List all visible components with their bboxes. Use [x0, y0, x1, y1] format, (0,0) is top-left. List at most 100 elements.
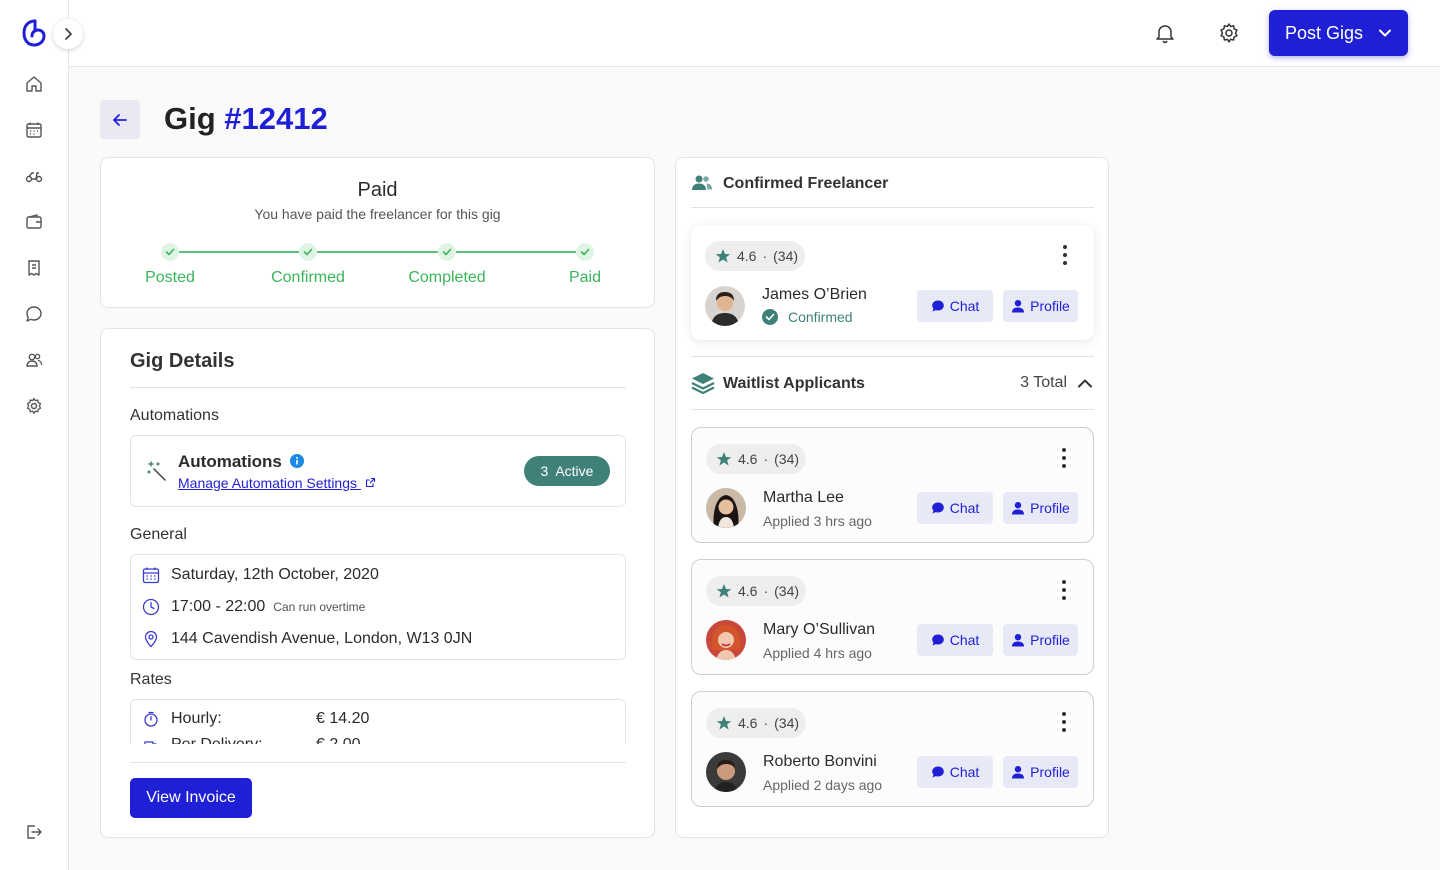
notifications-bell-icon[interactable]	[1153, 21, 1177, 45]
chat-button-label: Chat	[949, 298, 980, 314]
page-title-prefix: Gig	[164, 101, 216, 136]
chat-bubble-icon	[931, 300, 944, 312]
logout-icon[interactable]	[24, 822, 44, 842]
rating-badge: 4.6 · (34)	[706, 576, 806, 606]
post-gigs-button[interactable]: Post Gigs	[1269, 10, 1408, 56]
waitlist-toggle[interactable]: 3 Total	[1020, 374, 1093, 392]
location-pin-icon	[140, 628, 162, 650]
step-check-icon	[438, 243, 456, 261]
delivery-icon	[140, 734, 162, 744]
manage-automation-settings-link[interactable]: Manage Automation Settings	[178, 475, 376, 491]
step-check-icon	[576, 243, 594, 261]
nav-scooter-icon[interactable]	[24, 166, 44, 186]
waitlist-applicant-card: 4.6 · (34) Roberto Bonvini Applied 2 day…	[691, 691, 1094, 807]
arrow-left-icon	[113, 113, 127, 126]
applied-time: Applied 4 hrs ago	[763, 645, 872, 661]
rating-separator: ·	[763, 583, 769, 599]
rating-separator: ·	[762, 248, 768, 264]
nav-calendar-icon[interactable]	[24, 120, 44, 140]
nav-invoice-icon[interactable]	[24, 258, 44, 278]
star-icon	[716, 584, 732, 598]
divider	[130, 387, 626, 388]
waitlist-heading: Waitlist Applicants	[723, 375, 865, 392]
gig-date: Saturday, 12th October, 2020	[171, 566, 379, 583]
back-button[interactable]	[100, 100, 140, 139]
rating-badge: 4.6 · (34)	[705, 241, 805, 271]
users-group-icon	[692, 175, 712, 190]
status-subtitle: You have paid the freelancer for this gi…	[254, 206, 501, 222]
gig-address: 144 Cavendish Avenue, London, W13 0JN	[171, 630, 473, 647]
chat-button-label: Chat	[949, 764, 980, 780]
general-heading: General	[130, 526, 187, 543]
page-title: Gig #12412	[164, 100, 328, 138]
nav-users-icon[interactable]	[24, 350, 44, 370]
rating-value: 4.6	[737, 248, 757, 264]
view-invoice-button[interactable]: View Invoice	[130, 778, 252, 818]
automations-box: Automations Manage Automation Settings 3…	[130, 435, 626, 507]
review-count: (34)	[774, 715, 800, 731]
rate-row-hourly: Hourly: € 14.20	[140, 708, 369, 730]
progress-line	[456, 251, 578, 253]
avatar[interactable]	[706, 488, 746, 528]
nav-wallet-icon[interactable]	[24, 212, 44, 232]
review-count: (34)	[774, 451, 800, 467]
user-icon	[1012, 502, 1025, 515]
applied-time: Applied 2 days ago	[763, 777, 883, 793]
profile-button[interactable]: Profile	[1003, 756, 1078, 788]
sidebar-expand-button[interactable]	[53, 19, 83, 49]
chat-bubble-icon	[931, 502, 944, 514]
post-gigs-label: Post Gigs	[1285, 22, 1364, 43]
star-icon	[716, 452, 732, 466]
info-icon[interactable]	[289, 454, 304, 468]
avatar[interactable]	[705, 286, 745, 326]
profile-button[interactable]: Profile	[1003, 290, 1078, 322]
chat-button[interactable]: Chat	[917, 290, 993, 322]
divider	[691, 207, 1094, 208]
rating-value: 4.6	[738, 715, 758, 731]
avatar[interactable]	[706, 752, 746, 792]
progress-line	[317, 251, 439, 253]
step-label-posted: Posted	[145, 269, 195, 286]
waitlist-applicant-card: 4.6 · (34) Mary O’Sullivan Applied 4 hrs…	[691, 559, 1094, 675]
active-automations-badge[interactable]: 3 Active	[524, 456, 610, 486]
app-logo[interactable]	[21, 18, 47, 48]
more-options-icon[interactable]	[1061, 448, 1067, 468]
step-label-paid: Paid	[568, 269, 602, 286]
date-row: Saturday, 12th October, 2020	[140, 564, 379, 586]
chat-button[interactable]: Chat	[917, 756, 993, 788]
rate-label: Hourly:	[171, 710, 222, 727]
profile-button[interactable]: Profile	[1003, 492, 1078, 524]
profile-button-label: Profile	[1030, 764, 1070, 780]
more-options-icon[interactable]	[1062, 245, 1068, 265]
nav-settings-icon[interactable]	[24, 396, 44, 416]
chat-bubble-icon	[931, 766, 944, 778]
confirmed-freelancer-card: 4.6 · (34) James O’Brien Confirmed Chat …	[691, 225, 1094, 340]
waitlist-total: 3 Total	[1020, 374, 1067, 391]
status-title: Paid	[357, 179, 398, 201]
chat-button[interactable]: Chat	[917, 624, 993, 656]
nav-chat-icon[interactable]	[24, 304, 44, 324]
waitlist-applicant-card: 4.6 · (34) Martha Lee Applied 3 hrs ago …	[691, 427, 1094, 543]
chat-button[interactable]: Chat	[917, 492, 993, 524]
settings-gear-icon[interactable]	[1217, 21, 1241, 45]
automations-title: Automations	[178, 452, 304, 472]
freelancer-status-text: Confirmed	[788, 309, 853, 325]
automations-heading: Automations	[130, 407, 219, 424]
user-icon	[1012, 634, 1025, 647]
profile-button[interactable]: Profile	[1003, 624, 1078, 656]
avatar[interactable]	[706, 620, 746, 660]
general-box: Saturday, 12th October, 2020 17:00 - 22:…	[130, 554, 626, 660]
rates-box: Hourly: € 14.20 Per Delivery: € 2.00	[130, 699, 626, 744]
user-icon	[1012, 300, 1025, 313]
review-count: (34)	[773, 248, 799, 264]
freelancer-status: Confirmed	[762, 309, 853, 325]
freelancer-name: James O’Brien	[762, 286, 867, 303]
more-options-icon[interactable]	[1061, 712, 1067, 732]
nav-home-icon[interactable]	[24, 74, 44, 94]
rates-heading: Rates	[130, 671, 172, 688]
rate-value: € 14.20	[316, 710, 370, 727]
chevron-down-icon	[1379, 29, 1391, 37]
rates-scroll-area[interactable]: Hourly: € 14.20 Per Delivery: € 2.00	[130, 699, 626, 744]
divider	[691, 356, 1094, 357]
more-options-icon[interactable]	[1061, 580, 1067, 600]
